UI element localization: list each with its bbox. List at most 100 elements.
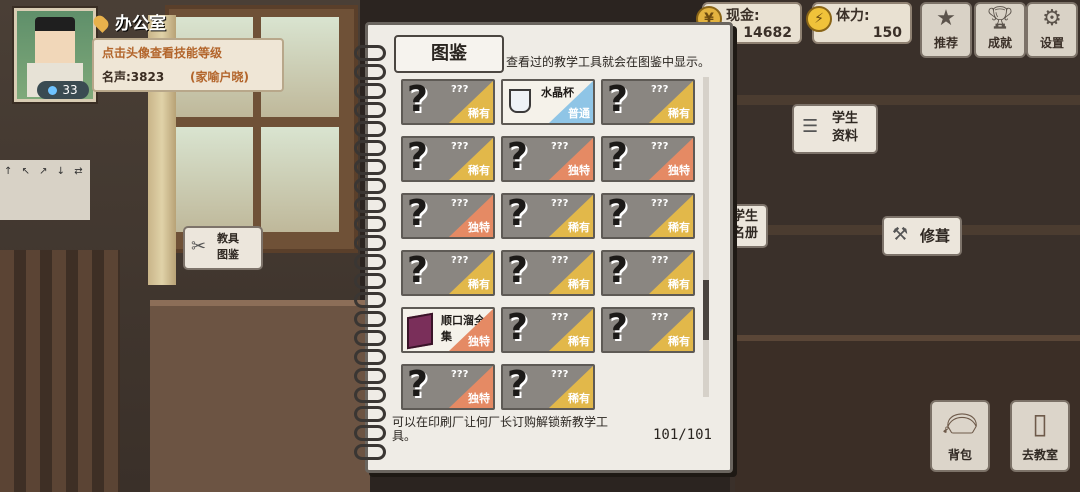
unknown-item-icon: ? (507, 364, 528, 405)
rarity-label: 独特 (568, 164, 590, 177)
level-badge: 33 (37, 81, 89, 99)
location-label: 办公室 (91, 9, 166, 34)
catalog-item[interactable]: ???? 稀有 (601, 307, 695, 353)
spiral-ring (354, 444, 386, 460)
catalog-item[interactable]: ???? 稀有 (501, 307, 595, 353)
notebook-spiral (354, 45, 386, 460)
spiral-ring (354, 273, 386, 289)
repair-bubble[interactable]: ⚒ 修葺 (882, 216, 962, 256)
unknown-item-icon: ? (507, 136, 528, 177)
scissors-icon: ✂ (191, 236, 207, 257)
achievements-label: 成就 (987, 36, 1012, 50)
repair-label: 修葺 (920, 227, 951, 245)
hammer-icon: ⚒ (892, 224, 909, 245)
catalog-footer-hint: 可以在印刷厂让何厂长订购解锁新教学工具。 (392, 415, 609, 443)
unknown-item-icon: ? (607, 307, 628, 348)
catalog-item[interactable]: 顺口溜全集 独特 (401, 307, 495, 353)
unknown-item-icon: ? (407, 193, 428, 234)
scrollbar-thumb[interactable] (703, 280, 709, 340)
unknown-item-icon: ? (407, 79, 428, 120)
rarity-label: 稀有 (468, 107, 490, 120)
chair (0, 250, 120, 492)
spiral-ring (354, 311, 386, 327)
level-value: 33 (62, 83, 78, 97)
rarity-label: 稀有 (468, 278, 490, 291)
spiral-ring (354, 330, 386, 346)
cup-icon (509, 89, 531, 113)
spiral-ring (354, 216, 386, 232)
unknown-item-icon: ? (507, 250, 528, 291)
tool-catalog-bubble[interactable]: ✂ 教具 图鉴 (183, 226, 263, 270)
catalog-notebook: 图鉴 查看过的教学工具就会在图鉴中显示。 ???? 稀有 水晶杯 普通???? 稀有??… (354, 22, 733, 473)
catalog-item[interactable]: 水晶杯 普通 (501, 79, 595, 125)
profile-hint: 点击头像查看技能等级 (102, 46, 223, 60)
unknown-item-icon: ? (607, 193, 628, 234)
door-icon: ▯ (1032, 407, 1048, 440)
spiral-ring (354, 349, 386, 365)
unknown-item-icon: ? (407, 364, 428, 405)
unknown-item-icon: ? (407, 136, 428, 177)
stamina-stat: ⚡ 体力: 150 (806, 2, 912, 44)
catalog-item[interactable]: ???? 稀有 (501, 364, 595, 410)
document-icon: ☰ (802, 116, 819, 137)
catalog-item[interactable]: ???? 稀有 (401, 136, 495, 182)
book-icon (407, 312, 433, 350)
spiral-ring (354, 406, 386, 422)
spiral-ring (354, 235, 386, 251)
spiral-ring (354, 254, 386, 270)
catalog-item[interactable]: ???? 稀有 (401, 79, 495, 125)
spiral-ring (354, 102, 386, 118)
cash-value: 14682 (743, 25, 792, 41)
recommend-label: 推荐 (933, 36, 958, 50)
catalog-item[interactable]: ???? 稀有 (501, 193, 595, 239)
spiral-ring (354, 197, 386, 213)
desk (150, 300, 370, 492)
catalog-scrollbar[interactable] (703, 77, 709, 397)
level-icon (48, 86, 58, 95)
catalog-item[interactable]: ???? 独特 (601, 136, 695, 182)
student-roster-label: 学生 名册 (732, 209, 759, 241)
achievements-button[interactable]: 🏆︎ 成就 (974, 2, 1026, 58)
gear-icon: ⚙ (1042, 6, 1062, 31)
profile-card[interactable]: 点击头像查看技能等级 名声:3823 (家喻户晓) (92, 38, 284, 92)
catalog-item[interactable]: ???? 独特 (401, 193, 495, 239)
rarity-label: 稀有 (668, 278, 690, 291)
spiral-ring (354, 292, 386, 308)
spiral-ring (354, 83, 386, 99)
student-roster-bubble[interactable]: 学生 名册 (728, 204, 768, 248)
catalog-item[interactable]: ???? 稀有 (401, 250, 495, 296)
rarity-label: 普通 (568, 107, 590, 120)
bag-icon: 👝︎ (942, 407, 978, 440)
spiral-ring (354, 121, 386, 137)
shelf (730, 95, 1080, 105)
catalog-count: 101/101 (652, 427, 712, 443)
go-classroom-label: 去教室 (1021, 448, 1058, 462)
catalog-item[interactable]: ???? 独特 (501, 136, 595, 182)
player-avatar[interactable]: 33 (14, 8, 96, 102)
unknown-item-icon: ? (607, 79, 628, 120)
rarity-label: 稀有 (668, 335, 690, 348)
rarity-label: 独特 (468, 221, 490, 234)
star-icon: ★ (936, 6, 956, 31)
lightning-icon: ⚡ (806, 6, 832, 32)
rarity-label: 稀有 (568, 335, 590, 348)
catalog-item[interactable]: ???? 稀有 (601, 250, 695, 296)
rarity-label: 稀有 (568, 278, 590, 291)
settings-button[interactable]: ⚙ 设置 (1026, 2, 1078, 58)
catalog-item[interactable]: ???? 稀有 (601, 79, 695, 125)
recommend-button[interactable]: ★ 推荐 (920, 2, 972, 58)
backpack-button[interactable]: 👝︎ 背包 (930, 400, 990, 472)
go-classroom-button[interactable]: ▯ 去教室 (1010, 400, 1070, 472)
catalog-item[interactable]: ???? 稀有 (601, 193, 695, 239)
spiral-ring (354, 64, 386, 80)
trophy-icon: 🏆︎ (986, 6, 1014, 31)
location-pin-icon (91, 13, 111, 33)
rarity-label: 稀有 (668, 221, 690, 234)
catalog-subtitle: 查看过的教学工具就会在图鉴中显示。 (506, 55, 711, 69)
stamina-value: 150 (872, 25, 902, 41)
student-info-bubble[interactable]: ☰ 学生 资料 (792, 104, 878, 154)
spiral-ring (354, 45, 386, 61)
catalog-item[interactable]: ???? 独特 (401, 364, 495, 410)
spiral-ring (354, 178, 386, 194)
catalog-item[interactable]: ???? 稀有 (501, 250, 595, 296)
